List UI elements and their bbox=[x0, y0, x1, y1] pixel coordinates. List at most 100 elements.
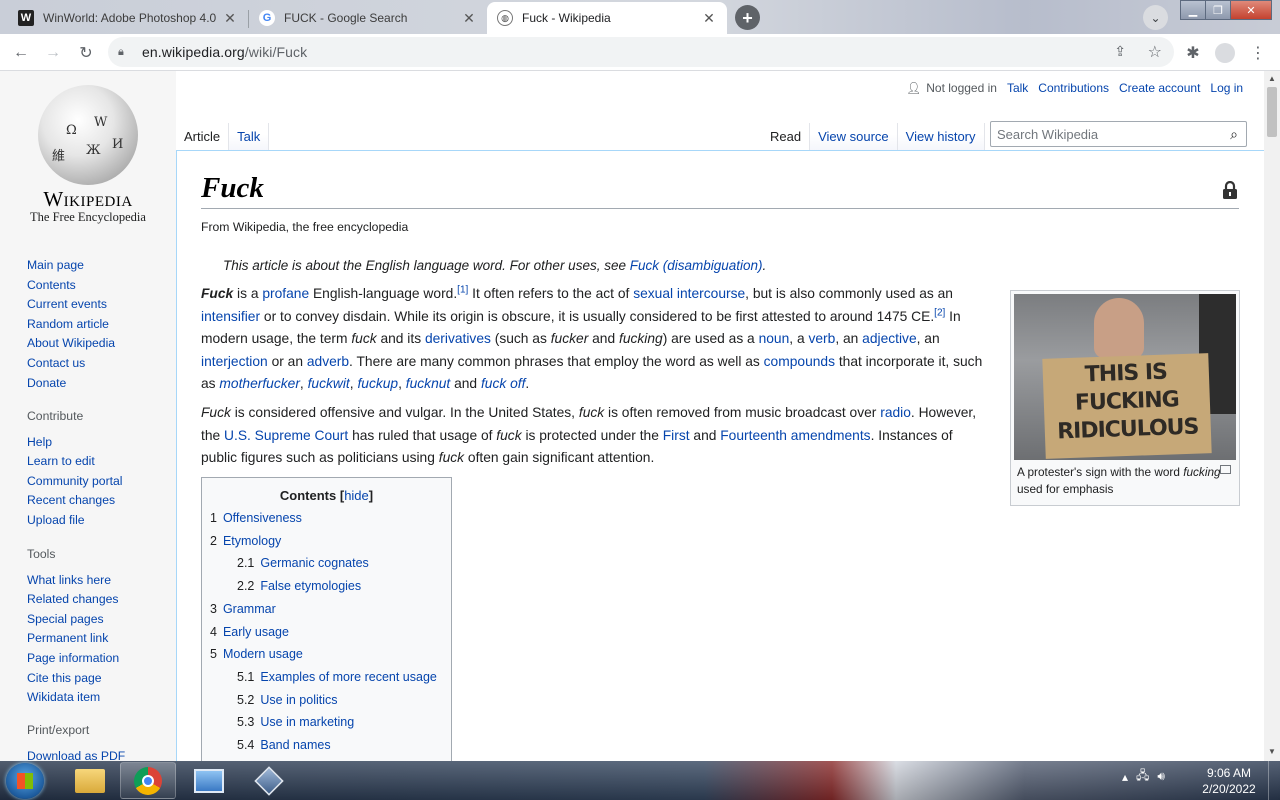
wiki-link[interactable]: fucknut bbox=[406, 376, 450, 391]
nav-link[interactable]: Donate bbox=[27, 374, 115, 394]
profile-avatar-icon[interactable] bbox=[1212, 40, 1238, 66]
volume-icon[interactable]: 🔊︎ bbox=[1157, 769, 1165, 784]
toc-hide-toggle[interactable]: hide bbox=[344, 488, 369, 503]
toc-item[interactable]: 2.2 False etymologies bbox=[210, 575, 443, 598]
print-link[interactable]: Download as PDF bbox=[27, 747, 125, 761]
scrollbar-thumb[interactable] bbox=[1267, 87, 1277, 137]
enlarge-icon[interactable] bbox=[1220, 465, 1231, 474]
browser-tab-wikipedia[interactable]: ◍ Fuck - Wikipedia ✕ bbox=[487, 2, 727, 34]
browser-tab-google[interactable]: G FUCK - Google Search ✕ bbox=[249, 2, 487, 34]
wiki-link[interactable]: adverb bbox=[307, 354, 349, 369]
nav-link[interactable]: About Wikipedia bbox=[27, 334, 115, 354]
tools-link[interactable]: Page information bbox=[27, 649, 119, 669]
nav-link[interactable]: Contents bbox=[27, 276, 115, 296]
minimize-window-button[interactable]: ▁ bbox=[1180, 0, 1206, 20]
disambiguation-link[interactable]: Fuck (disambiguation) bbox=[630, 258, 763, 273]
system-clock[interactable]: 9:06 AM 2/20/2022 bbox=[1196, 765, 1262, 797]
tools-link[interactable]: Permanent link bbox=[27, 629, 119, 649]
toc-item[interactable]: 1 Offensiveness bbox=[210, 507, 443, 530]
wiki-link[interactable]: adjective bbox=[862, 331, 916, 346]
url-text[interactable]: en.wikipedia.org/wiki/Fuck bbox=[142, 44, 307, 60]
tools-link[interactable]: Cite this page bbox=[27, 669, 119, 689]
toc-item[interactable]: 5.4 Band names bbox=[210, 734, 443, 757]
share-icon[interactable]: ⇪ bbox=[1114, 43, 1126, 60]
wiki-link[interactable]: noun bbox=[759, 331, 790, 346]
nav-link[interactable]: Random article bbox=[27, 315, 115, 335]
network-icon[interactable]: 🖧︎ bbox=[1136, 766, 1149, 787]
close-tab-icon[interactable]: ✕ bbox=[222, 10, 238, 26]
toc-item[interactable]: 4 Early usage bbox=[210, 621, 443, 644]
toc-item[interactable]: 5 Modern usage bbox=[210, 643, 443, 666]
reload-icon[interactable]: ↻ bbox=[73, 40, 99, 66]
protest-sign-image[interactable]: THIS IS FUCKING RIDICULOUS bbox=[1014, 294, 1236, 460]
back-arrow-icon[interactable]: ← bbox=[8, 40, 34, 66]
toc-item[interactable]: 2 Etymology bbox=[210, 530, 443, 553]
close-tab-icon[interactable]: ✕ bbox=[461, 10, 477, 26]
toc-item[interactable]: 3 Grammar bbox=[210, 598, 443, 621]
toc-item[interactable]: 5.1 Examples of more recent usage bbox=[210, 666, 443, 689]
tools-link[interactable]: Related changes bbox=[27, 590, 119, 610]
log-in-link[interactable]: Log in bbox=[1210, 81, 1243, 95]
extensions-puzzle-icon[interactable]: ✱ bbox=[1180, 40, 1206, 66]
chrome-taskbar-button[interactable] bbox=[120, 762, 176, 799]
start-button[interactable] bbox=[6, 763, 44, 799]
search-icon[interactable]: ⌕ bbox=[1230, 126, 1238, 143]
toc-item[interactable]: 5.3 Use in marketing bbox=[210, 711, 443, 734]
file-explorer-taskbar-button[interactable] bbox=[62, 762, 118, 799]
tab-view-source[interactable]: View source bbox=[810, 123, 898, 151]
browser-tab-winworld[interactable]: W WinWorld: Adobe Photoshop 4.0 ✕ bbox=[8, 2, 248, 34]
wiki-link[interactable]: First bbox=[663, 428, 690, 443]
scroll-down-arrow-icon[interactable]: ▼ bbox=[1268, 747, 1276, 756]
wiki-link[interactable]: radio bbox=[880, 405, 911, 420]
nav-link[interactable]: Main page bbox=[27, 256, 115, 276]
citation-link[interactable]: [1] bbox=[457, 284, 468, 295]
wiki-link[interactable]: fuckup bbox=[357, 376, 398, 391]
wiki-link[interactable]: motherfucker bbox=[219, 376, 300, 391]
wiki-link[interactable]: interjection bbox=[201, 354, 268, 369]
wiki-link[interactable]: fuckwit bbox=[308, 376, 350, 391]
contribute-link[interactable]: Learn to edit bbox=[27, 452, 123, 472]
browser-menu-icon[interactable]: ⋮ bbox=[1245, 40, 1271, 66]
contribute-link[interactable]: Help bbox=[27, 433, 123, 453]
toc-item[interactable]: 5.2 Use in politics bbox=[210, 689, 443, 712]
address-bar[interactable]: 🔒︎ en.wikipedia.org/wiki/Fuck ⇪ ☆ bbox=[108, 37, 1174, 67]
wiki-link[interactable]: verb bbox=[808, 331, 835, 346]
forward-arrow-icon[interactable]: → bbox=[40, 40, 66, 66]
wiki-link[interactable]: intensifier bbox=[201, 309, 260, 324]
scroll-up-arrow-icon[interactable]: ▲ bbox=[1268, 74, 1276, 83]
tab-talk[interactable]: Talk bbox=[229, 123, 270, 151]
tab-search-chevron-icon[interactable]: ⌄ bbox=[1143, 5, 1168, 30]
personal-talk-link[interactable]: Talk bbox=[1007, 81, 1028, 95]
tools-link[interactable]: What links here bbox=[27, 571, 119, 591]
protection-lock-icon[interactable] bbox=[1222, 181, 1238, 199]
tab-view-history[interactable]: View history bbox=[897, 123, 985, 151]
maximize-window-button[interactable]: ❐ bbox=[1205, 0, 1231, 20]
show-desktop-button[interactable] bbox=[1268, 761, 1280, 800]
wikipedia-logo[interactable]: ΩW維ЖИ Wikipedia The Free Encyclopedia bbox=[28, 85, 148, 225]
lock-icon[interactable]: 🔒︎ bbox=[118, 46, 132, 59]
close-window-button[interactable]: ✕ bbox=[1230, 0, 1272, 20]
contribute-link[interactable]: Community portal bbox=[27, 472, 123, 492]
page-scrollbar[interactable]: ▲ ▼ bbox=[1264, 71, 1280, 761]
create-account-link[interactable]: Create account bbox=[1119, 81, 1200, 95]
new-tab-button[interactable]: + bbox=[735, 5, 760, 30]
control-panel-taskbar-button[interactable] bbox=[181, 762, 237, 799]
tab-article[interactable]: Article bbox=[176, 123, 230, 151]
citation-link[interactable]: [2] bbox=[934, 307, 945, 318]
close-tab-icon[interactable]: ✕ bbox=[701, 10, 717, 26]
virtualbox-taskbar-button[interactable] bbox=[241, 762, 297, 799]
contribute-link[interactable]: Upload file bbox=[27, 511, 123, 531]
contributions-link[interactable]: Contributions bbox=[1038, 81, 1109, 95]
search-input[interactable]: Search Wikipedia ⌕ bbox=[990, 121, 1247, 147]
show-hidden-icons-arrow-icon[interactable]: ▴ bbox=[1122, 770, 1128, 784]
tab-read[interactable]: Read bbox=[762, 123, 811, 151]
wiki-link[interactable]: U.S. Supreme Court bbox=[224, 428, 348, 443]
wiki-link[interactable]: Fourteenth amendments bbox=[720, 428, 870, 443]
toc-item[interactable]: 2.1 Germanic cognates bbox=[210, 552, 443, 575]
wiki-link[interactable]: derivatives bbox=[425, 331, 491, 346]
tools-link[interactable]: Wikidata item bbox=[27, 688, 119, 708]
wiki-link[interactable]: profane bbox=[262, 286, 309, 301]
wiki-link[interactable]: compounds bbox=[764, 354, 835, 369]
nav-link[interactable]: Contact us bbox=[27, 354, 115, 374]
wiki-link[interactable]: sexual intercourse bbox=[633, 286, 745, 301]
